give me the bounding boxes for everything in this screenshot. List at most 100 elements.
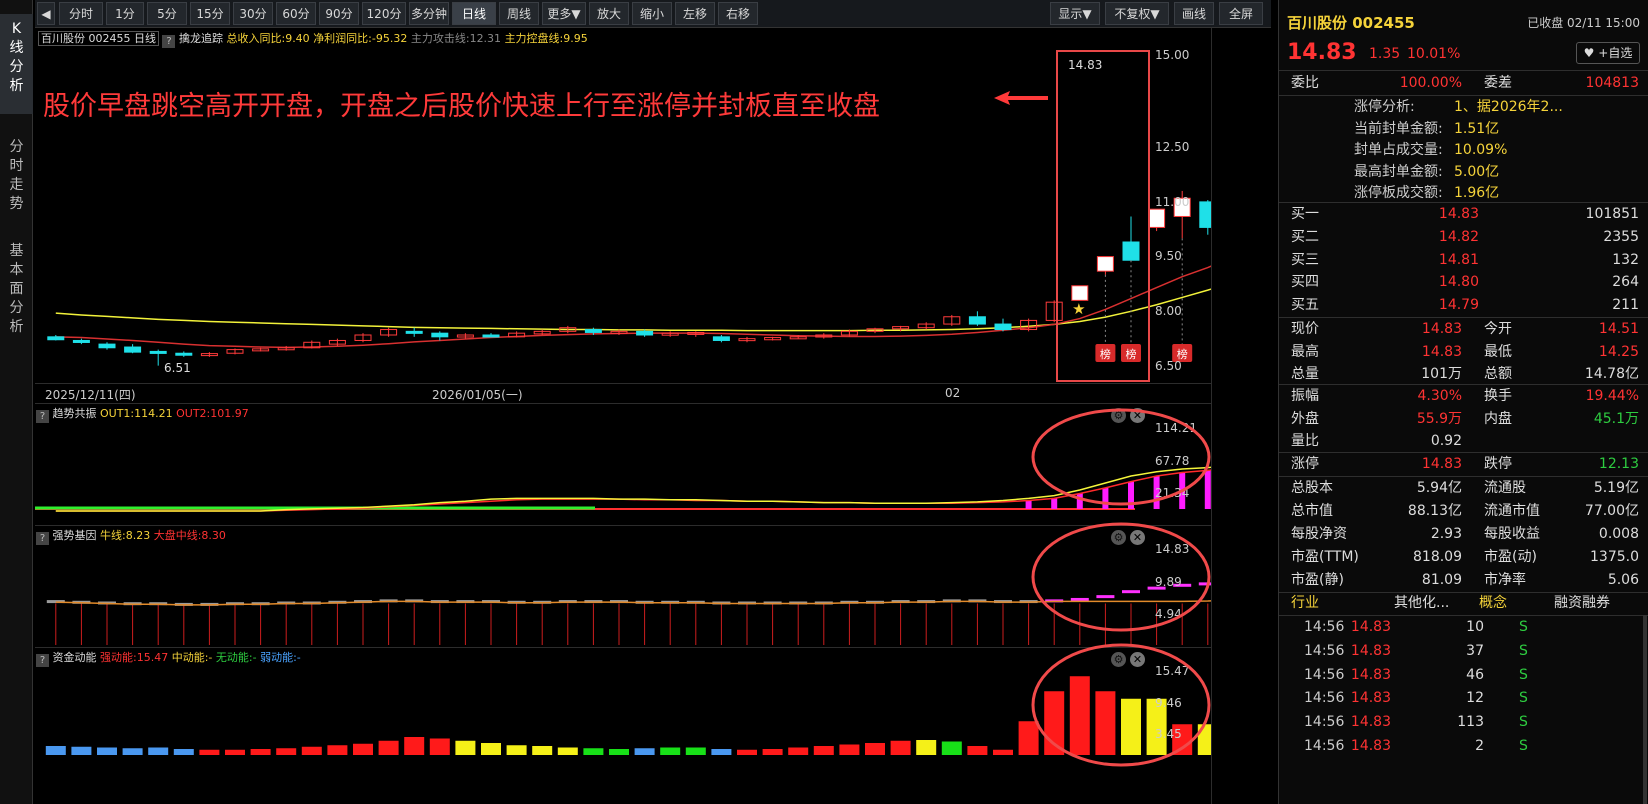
stat-value: 14.83: [1421, 321, 1462, 337]
stat-row: 市盈(静) 81.09 市净率 5.06: [1279, 569, 1648, 591]
market-status: 已收盘 02/11 15:00: [1527, 16, 1640, 30]
help-icon[interactable]: ?: [162, 35, 176, 48]
candle-body: [431, 332, 449, 338]
ind3-bar: [225, 749, 245, 755]
stat-value: 101万: [1421, 366, 1462, 382]
stat-value: 81.09: [1421, 572, 1462, 588]
candle-body: [584, 329, 602, 333]
stat-value: 14.51: [1598, 321, 1639, 337]
ind1-out2: OUT2:101.97: [176, 407, 249, 420]
ind3-bar: [634, 748, 655, 755]
toolbar-btn-move-right[interactable]: 右移: [718, 2, 758, 25]
help-icon[interactable]: ?: [36, 532, 49, 545]
tab-kline-analysis[interactable]: K线分析: [0, 14, 33, 114]
toolbar-btn-fenshi[interactable]: 分时: [59, 2, 103, 25]
stat-label: 每股净资: [1291, 526, 1347, 542]
stat-value: 2.93: [1430, 526, 1462, 542]
bid-level: 买一: [1291, 206, 1319, 222]
stat-row: 现价 14.83 今开 14.51: [1279, 318, 1648, 340]
bid-level: 买五: [1291, 297, 1319, 314]
tab-margin[interactable]: 融资融券: [1554, 592, 1610, 614]
ind3-mid: 中动能:-: [171, 651, 213, 664]
tab-industry[interactable]: 行业: [1291, 592, 1319, 614]
bid-row: 买二 14.82 2355: [1279, 226, 1648, 248]
stat-row: 总市值 88.13亿 流通市值 77.00亿: [1279, 500, 1648, 522]
ind3-bar: [557, 747, 578, 755]
stat-value: 12.13: [1598, 456, 1639, 472]
toolbar-btn-zoom-out[interactable]: 缩小: [632, 2, 672, 25]
candle-body: [636, 330, 654, 336]
tick-row: 14:56 14.83 46 S: [1279, 664, 1648, 686]
stock-name-code: 百川股份 002455: [1287, 14, 1415, 32]
toolbar-btn-90min[interactable]: 90分: [319, 2, 359, 25]
stat-value: 19.44%: [1585, 388, 1639, 404]
help-icon[interactable]: ?: [36, 410, 49, 423]
stat-value: 45.1万: [1593, 410, 1639, 427]
weicha-label: 委差: [1484, 75, 1512, 91]
toolbar-btn-move-left[interactable]: 左移: [675, 2, 715, 25]
last-price-label: 14.83: [1068, 58, 1103, 72]
tab-time-share[interactable]: 分时走势: [0, 132, 33, 227]
collapse-icon[interactable]: ◀: [37, 2, 55, 25]
ind3-bar: [609, 749, 629, 755]
toolbar-btn-120min[interactable]: 120分: [362, 2, 406, 25]
weibi-row: 委比 100.00% 委差 104813: [1279, 72, 1648, 94]
toolbar-btn-daily[interactable]: 日线: [452, 2, 496, 25]
candle-body: [994, 323, 1012, 331]
tab-fundamental[interactable]: 基本面分析: [0, 236, 33, 356]
stat-row: 市盈(TTM) 818.09 市盈(动) 1375.0: [1279, 546, 1648, 568]
tick-side: S: [1519, 690, 1528, 707]
date-axis-label: 2025/12/11(四): [45, 388, 136, 402]
ind2-bull: 牛线:8.23: [100, 529, 151, 542]
tick-price: 14.83: [1350, 642, 1391, 659]
limit-row: 最高封单金额: 5.00亿: [1279, 161, 1648, 183]
heart-icon: ♥: [1583, 46, 1595, 60]
limit-label: 封单占成交量:: [1354, 142, 1443, 158]
candle-body: [1148, 208, 1166, 228]
stat-label: 总股本: [1291, 480, 1333, 496]
highlight-box: [1056, 50, 1150, 382]
ind3-bar: [993, 749, 1013, 755]
ind2-name: 强势基因: [52, 529, 97, 542]
add-favorite-button[interactable]: ♥ +自选: [1576, 42, 1640, 64]
tick-row: 14:56 14.83 37 S: [1279, 640, 1648, 662]
tab-concept[interactable]: 概念: [1479, 592, 1507, 614]
help-icon[interactable]: ?: [36, 654, 49, 667]
candle-body: [968, 316, 986, 325]
toolbar-btn-60min[interactable]: 60分: [276, 2, 316, 25]
candle-body: [124, 346, 142, 353]
price-axis-label: 8.00: [1155, 304, 1182, 318]
toolbar-btn-5min[interactable]: 5分: [147, 2, 187, 25]
stat-row: 总量 101万 总额 14.78亿: [1279, 363, 1648, 385]
toolbar-btn-30min[interactable]: 30分: [233, 2, 273, 25]
toolbar-btn-no-adjust[interactable]: 不复权▼: [1105, 2, 1169, 25]
toolbar-btn-fullscreen[interactable]: 全屏: [1219, 2, 1263, 25]
current-price: 14.83: [1287, 40, 1357, 65]
ind1-title: ? 趋势共振 OUT1:114.21 OUT2:101.97: [36, 405, 249, 423]
highlight-ellipses: [1031, 408, 1211, 767]
stat-value: 1375.0: [1590, 549, 1639, 565]
stat-row: 每股净资 2.93 每股收益 0.008: [1279, 523, 1648, 545]
toolbar-btn-more[interactable]: 更多▼: [542, 2, 586, 25]
toolbar-btn-zoom-in[interactable]: 放大: [589, 2, 629, 25]
ind3-bar: [71, 746, 92, 755]
toolbar-btn-15min[interactable]: 15分: [190, 2, 230, 25]
tab-industry-value[interactable]: 其他化...: [1394, 592, 1449, 614]
main-chart-title: 百川股份 002455 日线 ? 擒龙追踪 总收入同比:9.40 净利润同比:-…: [38, 30, 588, 48]
limit-value: 5.00亿: [1454, 163, 1500, 180]
quote-panel: 百川股份 002455 已收盘 02/11 15:00 14.83 1.35 1…: [1278, 0, 1648, 804]
toolbar-btn-display[interactable]: 显示▼: [1050, 2, 1100, 25]
toolbar-btn-1min[interactable]: 1分: [106, 2, 144, 25]
toolbar-btn-weekly[interactable]: 周线: [499, 2, 539, 25]
ind1-out1: OUT1:114.21: [100, 407, 173, 420]
info-tab-row: 行业 其他化... 概念 融资融券: [1279, 592, 1648, 614]
stat-label: 市盈(TTM): [1291, 549, 1359, 565]
ind3-bar: [660, 747, 681, 755]
toolbar-btn-multi-min[interactable]: 多分钟: [409, 2, 449, 25]
ind3-bar: [967, 746, 988, 755]
stat-value: 818.09: [1413, 549, 1462, 565]
indicator-name: 擒龙追踪: [178, 32, 223, 45]
ind3-strong: 强动能:15.47: [100, 651, 169, 664]
ind3-bar: [839, 744, 860, 755]
toolbar-btn-draw[interactable]: 画线: [1174, 2, 1214, 25]
